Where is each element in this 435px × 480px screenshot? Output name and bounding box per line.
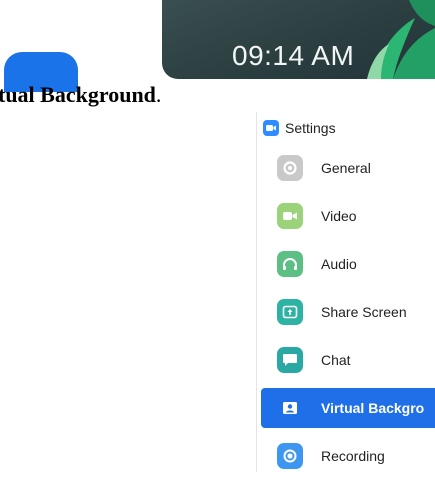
settings-menu: General Video Audio Share Screen Chat Vi… <box>257 144 435 480</box>
settings-titlebar: Settings <box>257 112 435 144</box>
zoom-app-icon <box>263 120 279 136</box>
instruction-bold: tual Background <box>0 82 156 107</box>
instruction-text: tual Background. <box>0 82 161 108</box>
recording-icon <box>277 443 303 469</box>
settings-item-label: Share Screen <box>321 304 407 320</box>
settings-title: Settings <box>285 120 336 136</box>
gear-icon <box>277 155 303 181</box>
settings-item-general[interactable]: General <box>257 144 435 192</box>
instruction-period: . <box>155 82 162 107</box>
settings-item-label: Audio <box>321 256 357 272</box>
leaf-graphic <box>367 0 435 79</box>
settings-item-recording[interactable]: Recording <box>257 432 435 480</box>
chat-bubble-icon <box>277 347 303 373</box>
video-camera-icon <box>277 203 303 229</box>
settings-window: Settings General Video Audio Share Scree… <box>256 112 435 472</box>
settings-item-share-screen[interactable]: Share Screen <box>257 288 435 336</box>
settings-item-audio[interactable]: Audio <box>257 240 435 288</box>
settings-item-label: Video <box>321 208 357 224</box>
settings-item-label: Virtual Backgro <box>321 400 425 416</box>
settings-item-video[interactable]: Video <box>257 192 435 240</box>
virtual-background-icon <box>277 395 303 421</box>
settings-item-virtual-background[interactable]: Virtual Backgro <box>261 388 435 428</box>
settings-item-label: Recording <box>321 448 385 464</box>
desktop-clock-banner: 09:14 AM <box>162 0 435 79</box>
settings-item-label: Chat <box>321 352 351 368</box>
clock-time: 09:14 AM <box>232 40 355 71</box>
settings-item-chat[interactable]: Chat <box>257 336 435 384</box>
share-screen-icon <box>277 299 303 325</box>
headphones-icon <box>277 251 303 277</box>
settings-item-label: General <box>321 160 371 176</box>
